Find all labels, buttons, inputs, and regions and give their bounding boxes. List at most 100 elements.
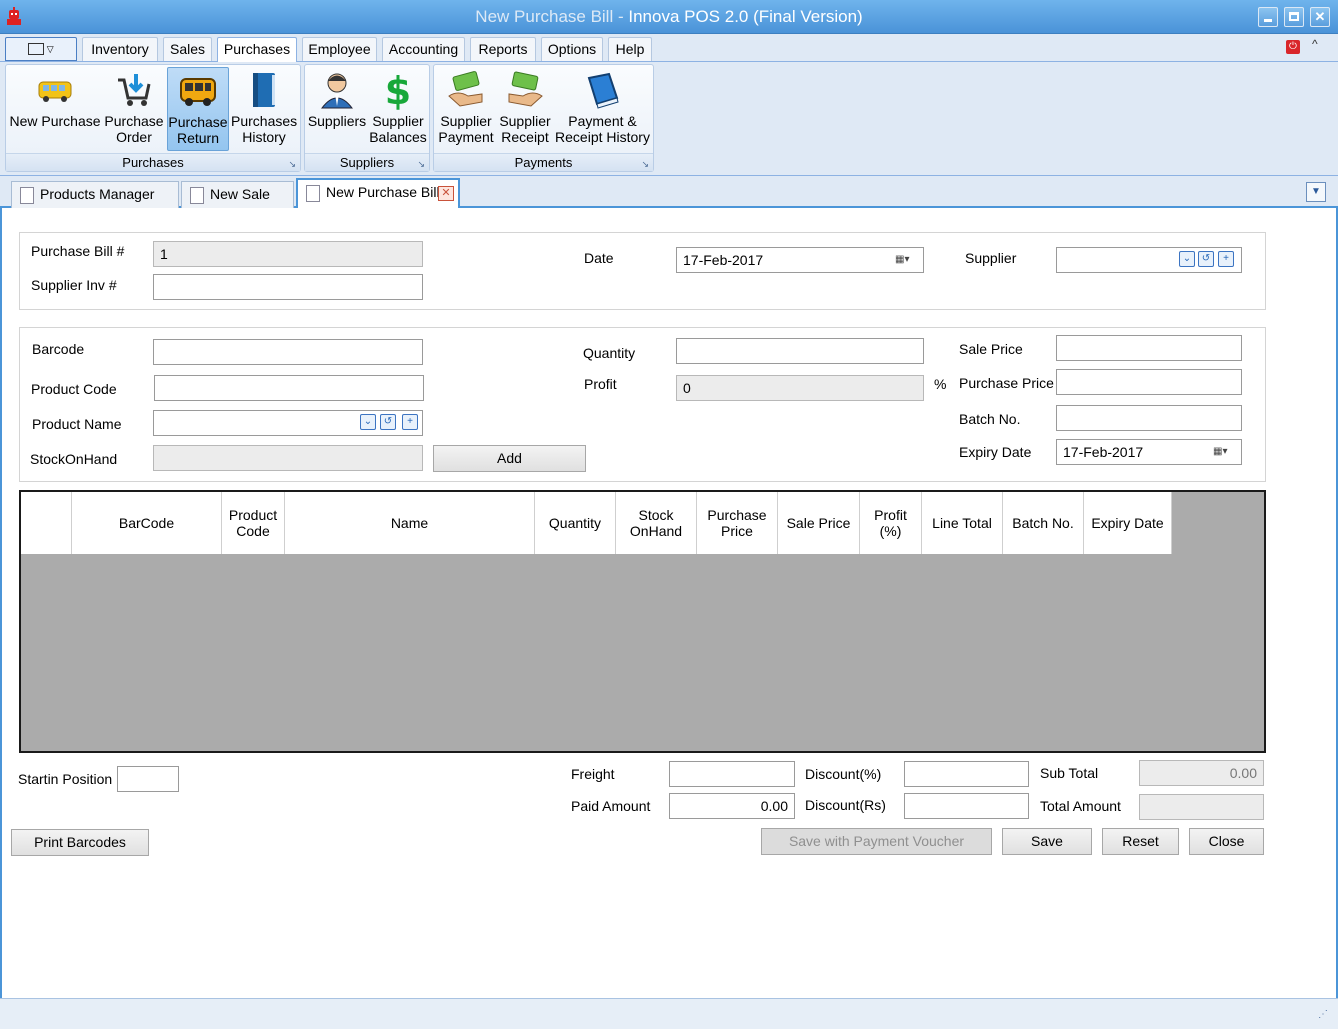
add-item-button[interactable]: Add <box>433 445 586 472</box>
batch-no-label: Batch No. <box>959 411 1021 427</box>
collapse-ribbon-icon[interactable]: ^ <box>1312 37 1318 51</box>
close-tab-icon[interactable]: ✕ <box>438 186 454 201</box>
payment-receipt-history-button[interactable]: Payment & Receipt History <box>554 67 651 151</box>
payment-receipt-history-label: Payment & <box>568 113 637 129</box>
col-l1: Sale Price <box>786 515 851 531</box>
purchase-return-button[interactable]: Purchase Return <box>167 67 229 151</box>
supplier-combo[interactable]: ⌄ ↺ + <box>1056 247 1242 273</box>
discount-rs-input[interactable] <box>904 793 1029 819</box>
discount-percent-input[interactable] <box>904 761 1029 787</box>
chevron-down-icon[interactable]: ⌄ <box>360 414 376 430</box>
barcode-label: Barcode <box>32 341 85 357</box>
doc-tab-new-purchase-bill[interactable]: New Purchase Bill ✕ <box>296 178 460 210</box>
add-icon[interactable]: + <box>402 414 418 430</box>
supplier-balances-button[interactable]: $ Supplier Balances <box>369 67 427 151</box>
power-icon[interactable]: ⏻ <box>1286 40 1300 54</box>
discount-rs-label: Discount(Rs) <box>805 797 886 813</box>
sale-price-label: Sale Price <box>959 341 1023 357</box>
supplier-inv-field[interactable] <box>153 274 423 300</box>
freight-input[interactable] <box>669 761 795 787</box>
page-icon <box>190 187 204 204</box>
doc-tabs-menu-button[interactable]: ▼ <box>1306 182 1326 202</box>
calendar-dropdown-icon[interactable]: ▦▾ <box>1213 444 1235 460</box>
purchase-price-input[interactable] <box>1056 369 1242 395</box>
tab-reports[interactable]: Reports <box>470 37 536 61</box>
maximize-button[interactable] <box>1284 7 1304 27</box>
supplier-payment-label: Supplier <box>440 113 492 129</box>
refresh-icon[interactable]: ↺ <box>1198 251 1214 267</box>
dialog-launcher-icon[interactable]: ↘ <box>417 156 425 173</box>
freight-label: Freight <box>571 766 615 782</box>
svg-text:$: $ <box>385 70 411 110</box>
purchases-history-button[interactable]: Purchases History <box>231 67 297 151</box>
save-button[interactable]: Save <box>1002 828 1092 855</box>
column-header-stock-onhand[interactable]: Stock OnHand <box>616 492 697 554</box>
refresh-icon[interactable]: ↺ <box>380 414 396 430</box>
close-window-button[interactable]: ✕ <box>1310 7 1330 27</box>
save-with-payment-voucher-button[interactable]: Save with Payment Voucher <box>761 828 992 855</box>
purchase-order-button[interactable]: Purchase Order <box>104 67 164 151</box>
minimize-button[interactable] <box>1258 7 1278 27</box>
application-menu-button[interactable]: ▽ <box>5 37 77 61</box>
paid-amount-input[interactable]: 0.00 <box>669 793 795 819</box>
supplier-payment-button[interactable]: Supplier Payment <box>436 67 496 151</box>
items-grid[interactable]: BarCode Product Code Name Quantity Stock O… <box>19 490 1266 753</box>
dialog-launcher-icon[interactable]: ↘ <box>288 156 296 173</box>
column-header-line-total[interactable]: Line Total <box>922 492 1003 554</box>
print-barcodes-button[interactable]: Print Barcodes <box>11 829 149 856</box>
tab-purchases[interactable]: Purchases <box>217 37 297 63</box>
start-position-input[interactable] <box>117 766 179 792</box>
column-header-product-code[interactable]: Product Code <box>222 492 285 554</box>
column-header-expiry-date[interactable]: Expiry Date <box>1084 492 1172 554</box>
column-header-purchase-price[interactable]: Purchase Price <box>697 492 778 554</box>
purchase-price-label: Purchase Price <box>959 375 1054 391</box>
title-bar: New Purchase Bill - Innova POS 2.0 (Fina… <box>0 0 1338 34</box>
tab-options[interactable]: Options <box>541 37 603 61</box>
barcode-input[interactable] <box>153 339 423 365</box>
quantity-input[interactable] <box>676 338 924 364</box>
doc-tab-label: New Sale <box>210 186 270 202</box>
new-purchase-button[interactable]: New Purchase <box>8 67 102 151</box>
dollar-icon: $ <box>385 69 411 113</box>
tab-sales[interactable]: Sales <box>163 37 212 61</box>
column-header-batch-no[interactable]: Batch No. <box>1003 492 1084 554</box>
supplier-receipt-button[interactable]: Supplier Receipt <box>498 67 552 151</box>
tab-inventory[interactable]: Inventory <box>82 37 158 61</box>
resize-grip-icon[interactable]: ⋰ <box>1318 1009 1328 1020</box>
reset-button[interactable]: Reset <box>1102 828 1179 855</box>
date-picker[interactable]: 17-Feb-2017 ▦▾ <box>676 247 924 273</box>
ribbon-group-label-payments: Payments ↘ <box>434 153 653 171</box>
batch-no-input[interactable] <box>1056 405 1242 431</box>
sub-total-label: Sub Total <box>1040 765 1099 781</box>
purchase-order-label-2: Order <box>116 129 152 145</box>
product-code-input[interactable] <box>154 375 424 401</box>
sale-price-input[interactable] <box>1056 335 1242 361</box>
product-name-combo[interactable]: ⌄ ↺ + <box>153 410 423 436</box>
suppliers-button[interactable]: Suppliers <box>307 67 367 151</box>
expiry-date-picker[interactable]: 17-Feb-2017 ▦▾ <box>1056 439 1242 465</box>
chevron-down-icon[interactable]: ⌄ <box>1179 251 1195 267</box>
supplier-balances-label: Supplier <box>372 113 424 129</box>
column-header-name[interactable]: Name <box>285 492 535 554</box>
tab-help[interactable]: Help <box>608 37 652 61</box>
calendar-dropdown-icon[interactable]: ▦▾ <box>895 252 917 268</box>
stock-on-hand-label: StockOnHand <box>30 451 118 467</box>
col-l1: Name <box>390 515 429 531</box>
tab-employee[interactable]: Employee <box>302 37 377 61</box>
purchase-bill-field[interactable]: 1 <box>153 241 423 267</box>
add-icon[interactable]: + <box>1218 251 1234 267</box>
doc-tab-products-manager[interactable]: Products Manager <box>11 181 179 208</box>
window-title-app: Innova POS 2.0 (Final Version) <box>628 7 863 26</box>
book-icon <box>253 73 275 107</box>
column-header-quantity[interactable]: Quantity <box>535 492 616 554</box>
chevron-down-icon: ▽ <box>44 44 54 54</box>
close-button[interactable]: Close <box>1189 828 1264 855</box>
column-header-profit[interactable]: Profit (%) <box>860 492 922 554</box>
col-l1: BarCode <box>118 515 175 531</box>
tab-accounting[interactable]: Accounting <box>382 37 465 61</box>
dialog-launcher-icon[interactable]: ↘ <box>641 156 649 173</box>
doc-tab-new-sale[interactable]: New Sale <box>181 181 294 208</box>
column-header-barcode[interactable]: BarCode <box>72 492 222 554</box>
column-header-sale-price[interactable]: Sale Price <box>778 492 860 554</box>
window-title: New Purchase Bill - Innova POS 2.0 (Fina… <box>0 7 1338 27</box>
